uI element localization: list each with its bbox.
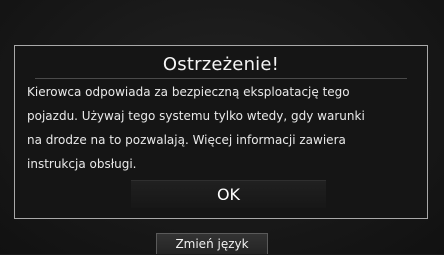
dialog-title: Ostrzeżenie! xyxy=(162,54,280,75)
screen: Ostrzeżenie! Kierowca odpowiada za bezpi… xyxy=(0,0,444,254)
ok-button[interactable]: OK xyxy=(131,180,326,208)
change-language-button[interactable]: Zmień język xyxy=(156,233,268,254)
title-divider xyxy=(35,78,407,79)
warning-dialog: Ostrzeżenie! Kierowca odpowiada za bezpi… xyxy=(14,45,428,219)
dialog-message: Kierowca odpowiada za bezpieczną eksploa… xyxy=(27,85,365,171)
